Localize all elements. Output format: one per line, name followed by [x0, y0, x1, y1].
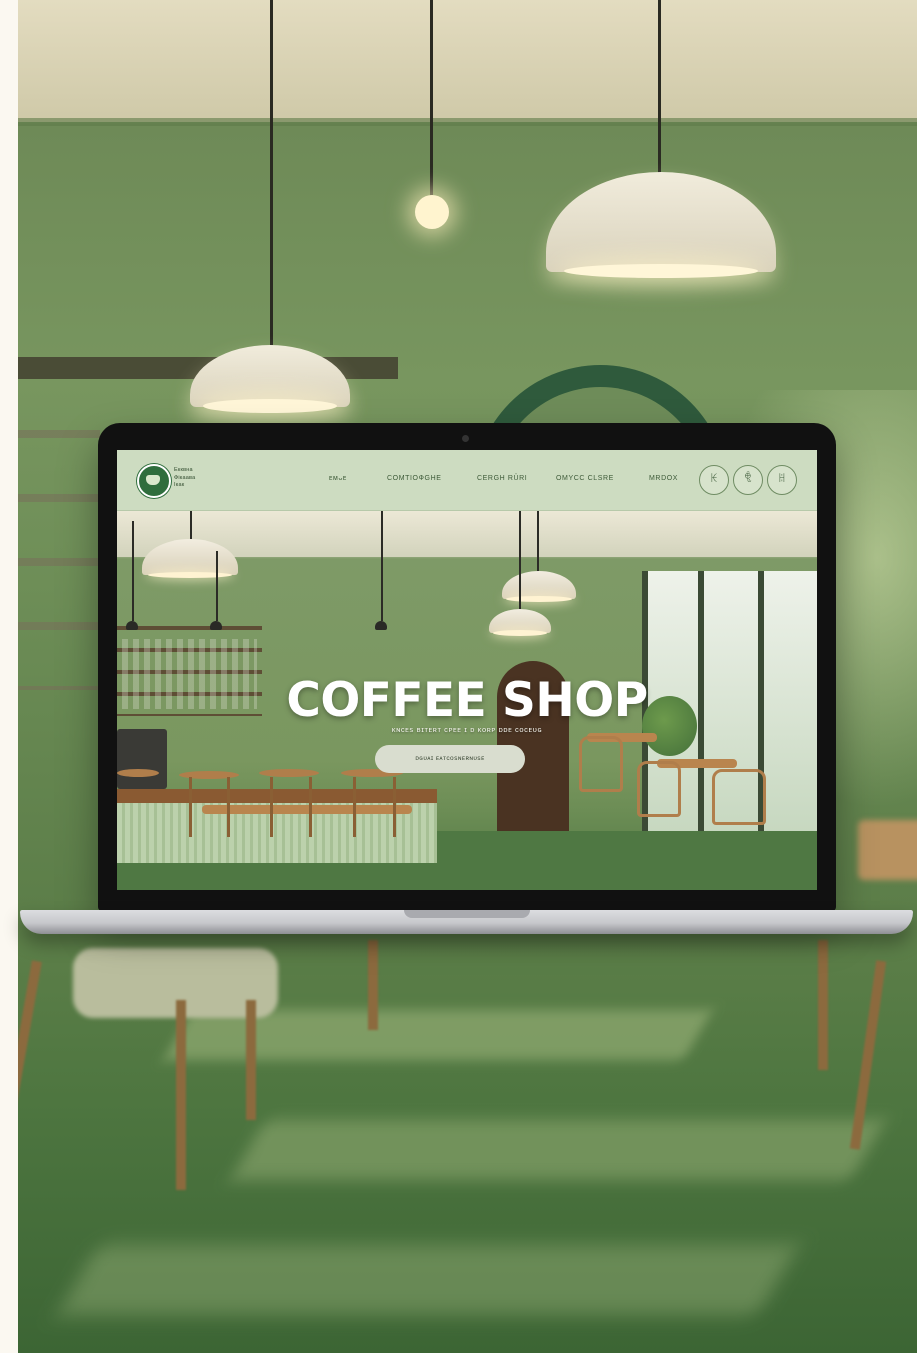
nav-item-home[interactable]: ᴇᴍ⁠ᴗᴇ: [329, 475, 347, 482]
bag-icon[interactable]: ꁷ: [733, 465, 763, 495]
site-header: Екквна Фікаава Ікак ᴇᴍ⁠ᴗᴇ COMTIOФGHE CER…: [117, 450, 817, 511]
nav-item-more[interactable]: MRDOX: [649, 475, 678, 482]
espresso-machine: [117, 729, 167, 789]
chair-leg: [818, 940, 828, 1070]
lamp-cord: [430, 0, 433, 195]
bar-stool: [259, 769, 319, 777]
brand-line: Екквна: [174, 467, 193, 473]
user-icon[interactable]: ꀍ: [767, 465, 797, 495]
chair-leg: [368, 940, 378, 1030]
hero-section: COFFEE SHOP ᴋɴᴄᴇꜱ ʙɪᴛᴇʀᴛ ᴄᴘᴇᴇ ɪ ᴅ ᴋᴏʀᴘ ᴅ…: [117, 511, 817, 890]
cafe-chair: [579, 736, 623, 792]
hero-small-lamp: [375, 621, 387, 630]
chair-leg: [246, 1000, 256, 1120]
webcam: [462, 435, 469, 442]
hero-lamp-cord: [132, 521, 134, 621]
stool-leg: [189, 777, 192, 837]
hero-lamp-cord: [519, 511, 521, 609]
nav-item-gallery[interactable]: CERGH RÜRI: [477, 475, 527, 482]
ceiling: [18, 0, 917, 122]
brand-name[interactable]: Екквна Фікаава Ікак: [174, 467, 244, 490]
brand-line: Ікак: [174, 482, 185, 488]
hero-lamp-cord: [216, 551, 218, 621]
hero-lamp-cord: [190, 511, 192, 539]
coffee-cup-icon[interactable]: [137, 464, 171, 498]
hero-subtitle: ᴋɴᴄᴇꜱ ʙɪᴛᴇʀᴛ ᴄᴘᴇᴇ ɪ ᴅ ᴋᴏʀᴘ ᴅᴅᴇ ᴄᴏᴄᴇᴜɢ: [391, 725, 543, 734]
hero-cta-button[interactable]: ᴅɢᴜᴀɪ ᴇᴀᴛᴄᴏꜱɴᴇʀɴᴜꜱᴇ: [375, 745, 525, 773]
hero-pendant-lamp: [489, 609, 551, 636]
bar-stool: [179, 771, 239, 779]
stool-leg: [353, 777, 356, 837]
hero-bar-table: [202, 805, 412, 814]
stool-leg: [309, 777, 312, 837]
nav-item-menu[interactable]: COMTIOФGHE: [387, 475, 442, 482]
laptop-base: [20, 910, 913, 934]
lamp-cord: [270, 0, 273, 345]
stool-leg: [270, 777, 273, 837]
stool-leg: [393, 777, 396, 837]
floor-sunlight: [57, 1245, 799, 1315]
hero-small-lamp: [126, 621, 138, 630]
chair-leg: [176, 1000, 186, 1190]
bar-stool: [117, 769, 159, 777]
hero-pendant-lamp: [502, 571, 576, 602]
hanging-bulb: [415, 195, 449, 229]
floor-sunlight: [230, 1120, 886, 1180]
hero-small-lamp: [210, 621, 222, 630]
cafe-chair: [637, 761, 681, 817]
laptop-screen: Екквна Фікаава Ікак ᴇᴍ⁠ᴗᴇ COMTIOФGHE CER…: [117, 450, 817, 890]
ceiling-edge: [18, 118, 917, 126]
pendant-lamp: [190, 345, 350, 413]
hero-counter-top: [117, 789, 437, 803]
pendant-lamp: [546, 172, 776, 278]
hero-lamp-cord: [381, 511, 383, 621]
laptop-notch: [404, 910, 530, 918]
hero-title: COFFEE SHOP: [286, 673, 648, 728]
background-left-shelves: [18, 430, 100, 690]
brand-line: Фікаава: [174, 474, 196, 481]
hero-lamp-cord: [537, 511, 539, 571]
cafe-chair: [712, 769, 766, 825]
lamp-cord: [658, 0, 661, 175]
blurred-table: [858, 820, 917, 880]
stool-leg: [227, 777, 230, 837]
nav-item-contact[interactable]: OMYCC CLSRE: [556, 475, 614, 482]
search-icon[interactable]: ꀘ: [699, 465, 729, 495]
